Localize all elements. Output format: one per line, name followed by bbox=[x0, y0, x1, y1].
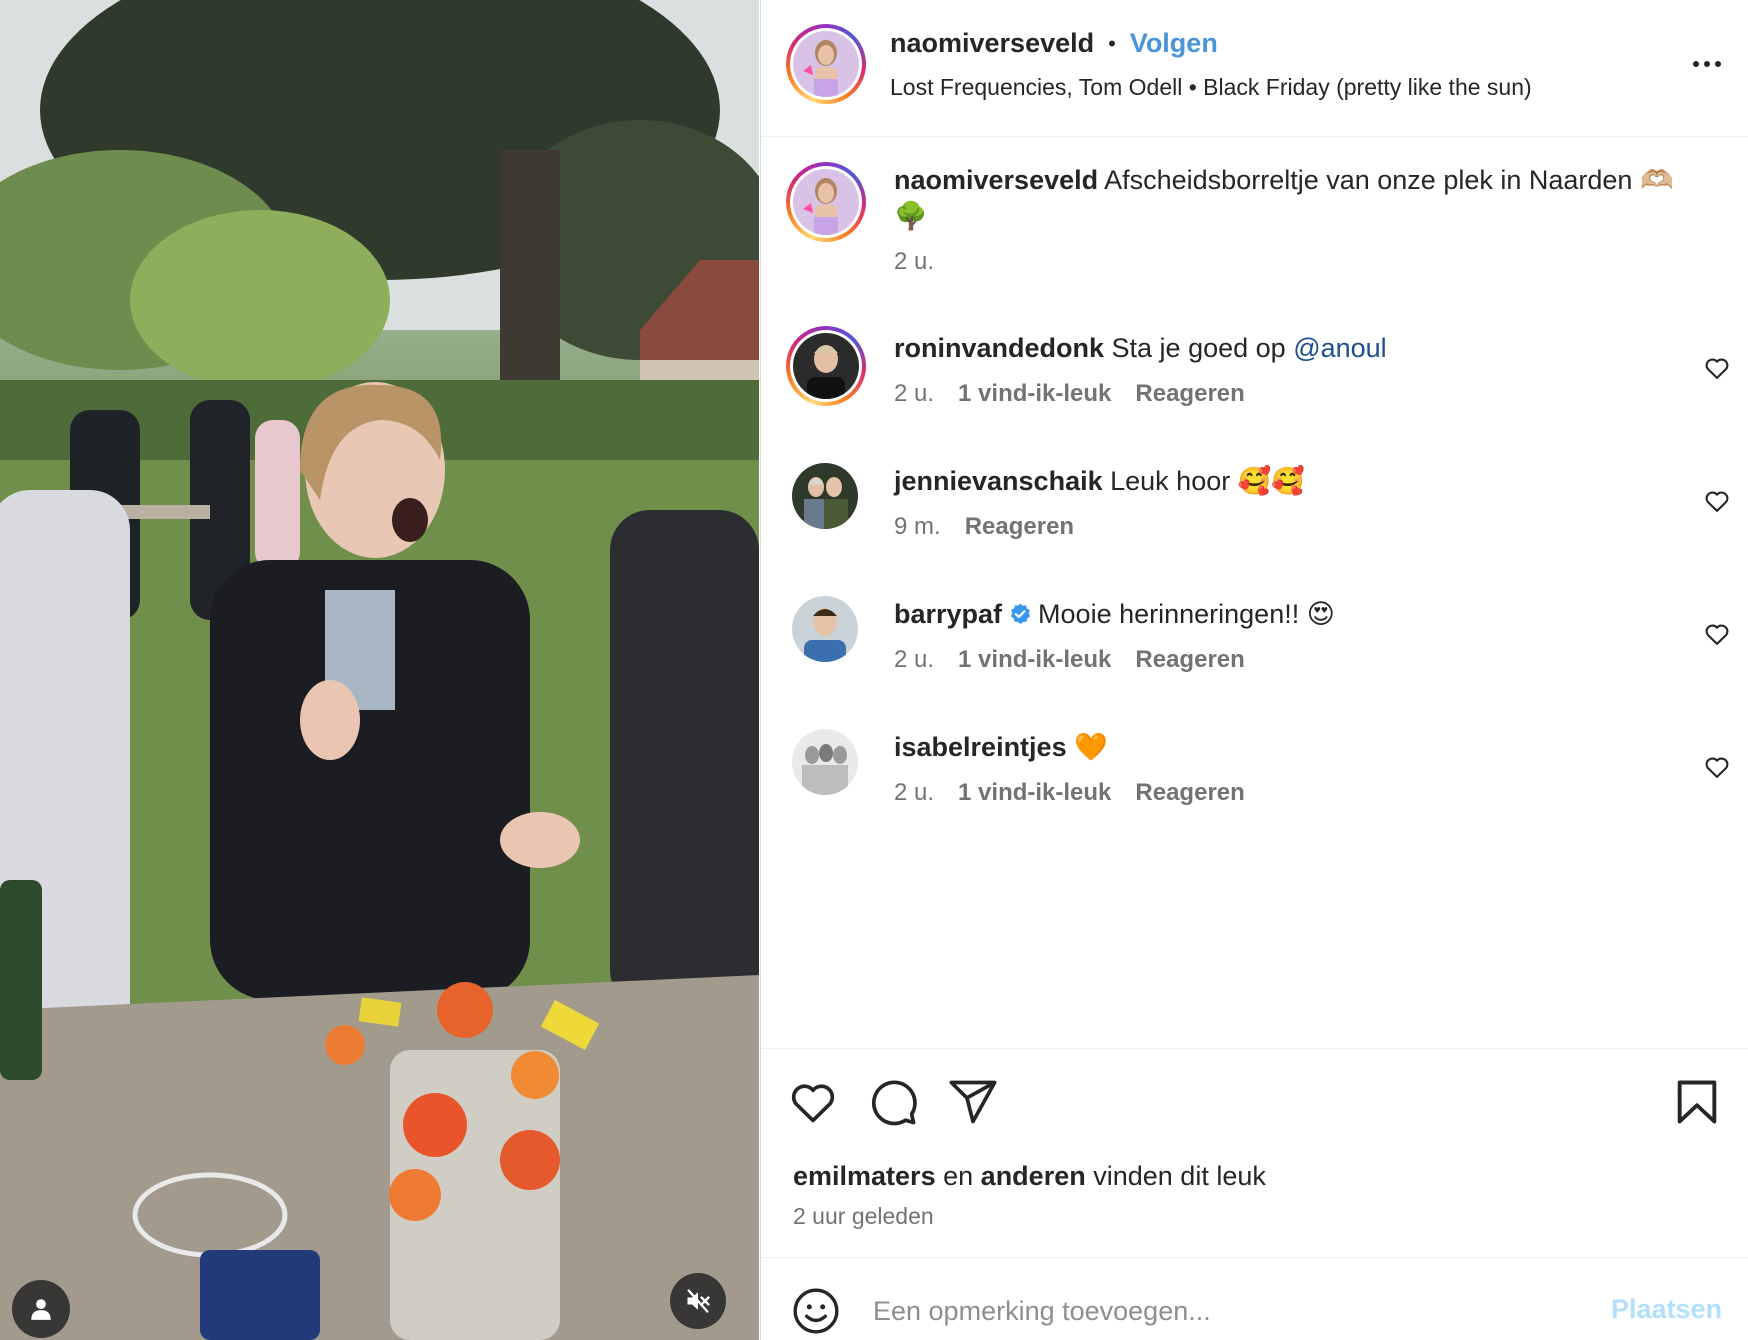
comment-avatar[interactable] bbox=[792, 596, 858, 662]
post-media[interactable] bbox=[0, 0, 759, 1340]
post-comment-button[interactable]: Plaatsen bbox=[1611, 1294, 1722, 1325]
reply-button[interactable]: Reageren bbox=[1135, 380, 1244, 408]
follow-button[interactable]: Volgen bbox=[1130, 28, 1218, 59]
comment-time: 2 u. bbox=[894, 380, 935, 407]
comment-avatar-image bbox=[793, 333, 859, 399]
comment-meta: 9 m. Reageren bbox=[894, 513, 1689, 541]
caption-body: Afscheidsborreltje van onze plek in Naar… bbox=[1104, 165, 1633, 195]
reply-button[interactable]: Reageren bbox=[1135, 779, 1244, 807]
verified-badge-icon bbox=[1011, 603, 1031, 624]
smiley-icon[interactable] bbox=[791, 1286, 841, 1336]
caption-time: 2 u. bbox=[894, 248, 935, 275]
caption-avatar[interactable] bbox=[786, 162, 866, 242]
comment-body: Mooie herinneringen!! 😍 bbox=[1038, 599, 1335, 629]
comment-like-count[interactable]: 1 vind-ik-leuk bbox=[958, 646, 1111, 674]
mute-toggle-button[interactable] bbox=[670, 1273, 726, 1329]
bookmark-icon[interactable] bbox=[1671, 1076, 1723, 1128]
post-header: naomiverseveld • Volgen Lost Frequencies… bbox=[761, 0, 1748, 137]
comment-like-count[interactable]: 1 vind-ik-leuk bbox=[958, 380, 1111, 408]
likes-summary: emilmaters en anderen vinden dit leuk bbox=[793, 1161, 1266, 1192]
reply-button[interactable]: Reageren bbox=[965, 513, 1074, 541]
comment-meta: 2 u. 1 vind-ik-leuk Reageren bbox=[894, 779, 1689, 807]
comment-meta: 2 u. 1 vind-ik-leuk Reageren bbox=[894, 646, 1689, 674]
comment-text: jennievanschaik Leuk hoor 🥰🥰 bbox=[894, 463, 1689, 499]
comment-avatar[interactable] bbox=[792, 729, 858, 795]
comment-mention[interactable]: @anoul bbox=[1293, 333, 1386, 363]
comments-thread[interactable]: naomiverseveld Afscheidsborreltje van on… bbox=[761, 138, 1748, 1048]
comment-body: 🧡 bbox=[1074, 732, 1108, 762]
author-avatar-image bbox=[793, 31, 859, 97]
comment-text: isabelreintjes 🧡 bbox=[894, 729, 1689, 765]
comment-time: 2 u. bbox=[894, 779, 935, 806]
comment-time: 9 m. bbox=[894, 513, 941, 540]
heart-icon[interactable] bbox=[1703, 487, 1731, 515]
comment-body: Leuk hoor 🥰🥰 bbox=[1110, 466, 1305, 496]
comment-avatar[interactable] bbox=[792, 463, 858, 529]
more-horizontal-icon bbox=[1693, 61, 1699, 67]
comment-composer: Plaatsen bbox=[761, 1257, 1748, 1340]
more-options-button[interactable] bbox=[1685, 48, 1729, 80]
comment-avatar[interactable] bbox=[786, 326, 866, 406]
comment-username[interactable]: isabelreintjes bbox=[894, 732, 1067, 762]
caption-username[interactable]: naomiverseveld bbox=[894, 165, 1098, 195]
audio-track[interactable]: Lost Frequencies, Tom Odell • Black Frid… bbox=[890, 74, 1532, 101]
comment-time: 2 u. bbox=[894, 646, 935, 673]
reply-button[interactable]: Reageren bbox=[1135, 646, 1244, 674]
author-avatar[interactable] bbox=[786, 24, 866, 104]
comment-text: roninvandedonk Sta je goed op @anoul bbox=[894, 330, 1689, 366]
comment-username[interactable]: barrypaf bbox=[894, 599, 1002, 629]
comment-bubble-icon[interactable] bbox=[867, 1076, 919, 1128]
likes-first-user[interactable]: emilmaters bbox=[793, 1161, 936, 1191]
comment-body: Sta je goed op bbox=[1111, 333, 1286, 363]
header-title-row: naomiverseveld • Volgen bbox=[890, 28, 1218, 59]
caption-text: naomiverseveld Afscheidsborreltje van on… bbox=[894, 162, 1689, 234]
likes-conjunction: en bbox=[943, 1161, 974, 1191]
comment-input[interactable] bbox=[873, 1286, 1553, 1336]
heart-icon[interactable] bbox=[1703, 753, 1731, 781]
heart-icon[interactable] bbox=[1703, 354, 1731, 382]
author-username[interactable]: naomiverseveld bbox=[890, 28, 1094, 59]
heart-icon[interactable] bbox=[1703, 620, 1731, 648]
likes-suffix: vinden dit leuk bbox=[1093, 1161, 1266, 1191]
comment-username[interactable]: jennievanschaik bbox=[894, 466, 1103, 496]
heart-icon[interactable] bbox=[787, 1076, 839, 1128]
user-icon bbox=[31, 1299, 51, 1320]
comment-text: barrypaf Mooie herinneringen!! 😍 bbox=[894, 596, 1689, 632]
paper-plane-icon[interactable] bbox=[947, 1076, 999, 1128]
tagged-users-button[interactable] bbox=[12, 1280, 70, 1338]
caption-avatar-image bbox=[793, 169, 859, 235]
likes-others-link[interactable]: anderen bbox=[981, 1161, 1086, 1191]
comment-meta: 2 u. 1 vind-ik-leuk Reageren bbox=[894, 380, 1689, 408]
comment-username[interactable]: roninvandedonk bbox=[894, 333, 1104, 363]
caption-meta: 2 u. bbox=[894, 248, 1689, 276]
header-separator: • bbox=[1108, 30, 1116, 56]
post-details-panel: naomiverseveld • Volgen Lost Frequencies… bbox=[760, 0, 1748, 1340]
speaker-muted-icon bbox=[687, 1289, 710, 1313]
video-frame bbox=[0, 0, 759, 1340]
post-actions: emilmaters en anderen vinden dit leuk 2 … bbox=[761, 1048, 1748, 1258]
post-timestamp[interactable]: 2 uur geleden bbox=[793, 1203, 934, 1230]
comment-like-count[interactable]: 1 vind-ik-leuk bbox=[958, 779, 1111, 807]
